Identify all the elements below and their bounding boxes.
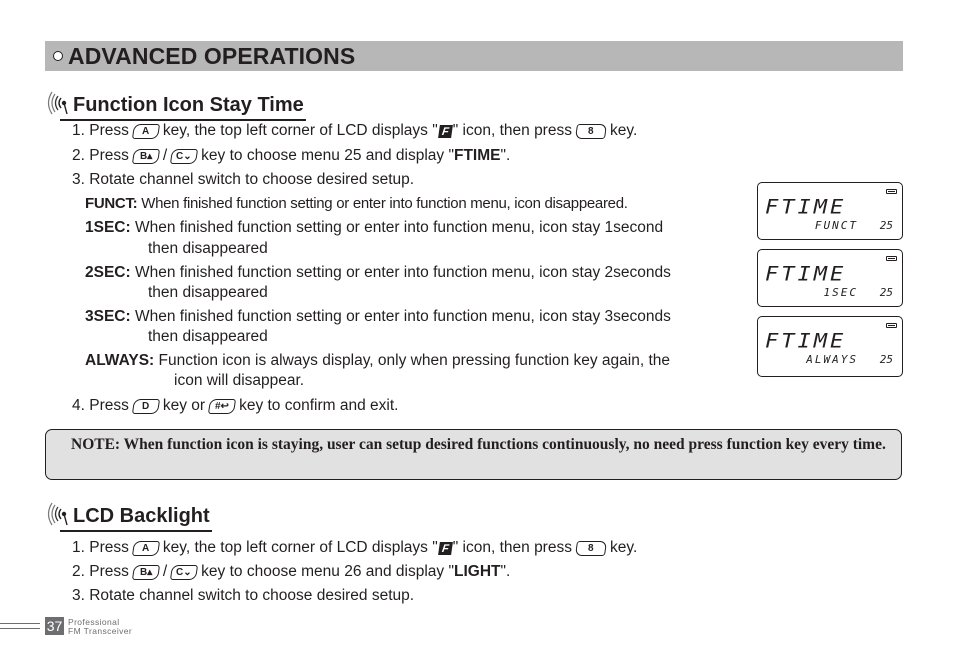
option-desc: When finished function setting or enter … <box>141 195 628 212</box>
key-b-up-icon: B▴ <box>131 564 160 580</box>
key-c-down-icon: C⌄ <box>170 564 199 580</box>
option-3sec-cont: then disappeared <box>148 328 268 346</box>
key-a-icon: A <box>131 123 160 139</box>
option-desc-cont: icon will disappear. <box>174 372 305 389</box>
key-c-down-icon: C⌄ <box>170 148 199 164</box>
step-text: ". <box>500 147 511 164</box>
option-2sec: 2SEC: When finished function setting or … <box>85 264 671 282</box>
step-text: key. <box>609 122 638 139</box>
option-label: FUNCT: <box>85 195 138 212</box>
battery-icon <box>886 323 897 328</box>
separator: / <box>162 147 168 164</box>
option-desc-cont: then disappeared <box>148 328 268 345</box>
step-4: 4. Press D key or #↩ key to confirm and … <box>72 397 398 415</box>
section-heading-text: LCD Backlight <box>73 505 210 527</box>
lcd-main-text: FTIME <box>765 263 847 286</box>
step-text: key. <box>609 539 638 556</box>
section-heading-lcd-backlight: LCD Backlight <box>43 499 212 532</box>
lcd-display-1sec: FTIME 1SEC 25 <box>757 249 903 307</box>
step-text: ". <box>500 563 511 580</box>
footer-rule <box>0 623 40 625</box>
step-text: 3. Rotate channel switch to choose desir… <box>72 587 415 604</box>
option-desc: When finished function setting or enter … <box>134 219 664 236</box>
option-1sec-cont: then disappeared <box>148 240 268 258</box>
option-label: 2SEC: <box>85 264 131 281</box>
key-d-icon: D <box>131 398 160 414</box>
note-box: NOTE: When function icon is staying, use… <box>45 429 902 480</box>
menu-name: FTIME <box>453 147 501 164</box>
page-footer: 37 Professional FM Transceiver <box>0 617 200 635</box>
lcd-menu-number: 25 <box>879 286 893 299</box>
step-text: " icon, then press <box>452 122 572 139</box>
lcd-main-text: FTIME <box>765 196 847 219</box>
key-8-icon: 8 <box>574 123 608 139</box>
brand-line-2: FM Transceiver <box>68 625 133 636</box>
option-1sec: 1SEC: When finished function setting or … <box>85 219 663 237</box>
option-funct: FUNCT: When finished function setting or… <box>85 195 628 212</box>
step-3: 3. Rotate channel switch to choose desir… <box>72 171 414 189</box>
separator: / <box>162 563 168 580</box>
lcd-menu-number: 25 <box>879 353 893 366</box>
step-text: key to choose menu 26 and display " <box>201 563 454 580</box>
lcd-main-text: FTIME <box>765 330 847 353</box>
step-text: 1. Press <box>72 539 129 556</box>
step-text: 4. Press <box>72 397 129 414</box>
step-text: key or <box>162 397 206 414</box>
step-text: key to confirm and exit. <box>239 397 399 414</box>
function-f-icon: F <box>437 124 453 138</box>
step-text: key to choose menu 25 and display " <box>201 147 454 164</box>
option-2sec-cont: then disappeared <box>148 284 268 302</box>
heading-underline <box>60 119 306 121</box>
footer-brand: Professional FM Transceiver <box>68 618 132 635</box>
section-heading-text: Function Icon Stay Time <box>73 94 304 116</box>
option-label: ALWAYS: <box>85 352 155 369</box>
option-desc: When finished function setting or enter … <box>134 308 671 325</box>
step-text: 2. Press <box>72 147 129 164</box>
option-desc: When finished function setting or enter … <box>134 264 671 281</box>
step-2: 2. Press B▴ / C⌄ key to choose menu 25 a… <box>72 147 510 165</box>
function-f-icon: F <box>437 541 453 555</box>
battery-icon <box>886 189 897 194</box>
step-1: 1. Press A key, the top left corner of L… <box>72 539 637 557</box>
option-always-cont: icon will disappear. <box>174 372 304 390</box>
section-banner: ADVANCED OPERATIONS <box>45 41 903 71</box>
lcd-value-text: 1SEC <box>823 286 858 299</box>
heading-underline <box>60 530 212 532</box>
menu-name: LIGHT <box>453 563 501 580</box>
option-desc-cont: then disappeared <box>148 284 268 301</box>
option-label: 3SEC: <box>85 308 131 325</box>
step-text: 2. Press <box>72 563 129 580</box>
step-1: 1. Press A key, the top left corner of L… <box>72 122 637 140</box>
step-2: 2. Press B▴ / C⌄ key to choose menu 26 a… <box>72 563 510 581</box>
radio-wave-icon <box>47 502 68 526</box>
step-text: key, the top left corner of LCD displays… <box>162 122 438 139</box>
lcd-menu-number: 25 <box>879 219 893 232</box>
lcd-display-funct: FTIME FUNCT 25 <box>757 182 903 240</box>
bullet-circle-icon <box>53 51 63 61</box>
key-hash-enter-icon: #↩ <box>208 398 237 414</box>
step-text: 1. Press <box>72 122 129 139</box>
radio-wave-icon <box>47 91 68 115</box>
option-desc: Function icon is always display, only wh… <box>158 352 671 369</box>
option-label: 1SEC: <box>85 219 131 236</box>
lcd-display-always: FTIME ALWAYS 25 <box>757 316 903 377</box>
step-text: " icon, then press <box>452 539 572 556</box>
lcd-value-text: ALWAYS <box>806 353 858 366</box>
section-heading-function-icon-stay-time: Function Icon Stay Time <box>43 88 306 121</box>
lcd-value-text: FUNCT <box>814 219 858 232</box>
key-a-icon: A <box>131 540 160 556</box>
key-b-up-icon: B▴ <box>131 148 160 164</box>
page-number: 37 <box>45 617 64 635</box>
step-text: key, the top left corner of LCD displays… <box>162 539 438 556</box>
key-8-icon: 8 <box>574 540 608 556</box>
option-always: ALWAYS: Function icon is always display,… <box>85 352 670 370</box>
option-desc-cont: then disappeared <box>148 240 268 257</box>
option-3sec: 3SEC: When finished function setting or … <box>85 308 671 326</box>
footer-rule <box>0 628 40 630</box>
page-title: ADVANCED OPERATIONS <box>68 42 356 69</box>
step-3: 3. Rotate channel switch to choose desir… <box>72 587 414 605</box>
battery-icon <box>886 256 897 261</box>
step-text: 3. Rotate channel switch to choose desir… <box>72 171 415 188</box>
